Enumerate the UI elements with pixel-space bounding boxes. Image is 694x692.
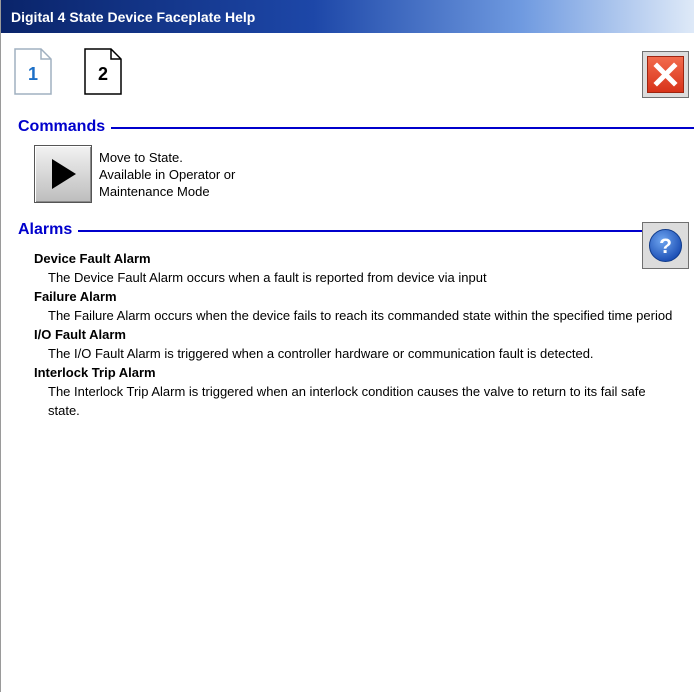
page-2-label: 2: [97, 64, 108, 84]
list-item: Failure Alarm The Failure Alarm occurs w…: [34, 288, 674, 325]
alarms-header-label: Alarms: [18, 221, 79, 239]
alarm-name: Device Fault Alarm: [34, 251, 151, 266]
list-item: I/O Fault Alarm The I/O Fault Alarm is t…: [34, 326, 674, 363]
alarm-name: Interlock Trip Alarm: [34, 365, 156, 380]
alarm-name: Failure Alarm: [34, 289, 117, 304]
command-line: Move to State.: [99, 150, 183, 165]
faceplate-help-window: Digital 4 State Device Faceplate Help 1 …: [0, 0, 694, 692]
title-bar[interactable]: Digital 4 State Device Faceplate Help: [1, 0, 694, 33]
alarm-name: I/O Fault Alarm: [34, 327, 126, 342]
command-line: Maintenance Mode: [99, 184, 210, 199]
list-item: Interlock Trip Alarm The Interlock Trip …: [34, 364, 674, 420]
alarms-section-header: Alarms: [18, 221, 648, 241]
alarms-header-rule: [18, 230, 648, 232]
command-description: Move to State. Available in Operator or …: [99, 149, 235, 200]
list-item: Device Fault Alarm The Device Fault Alar…: [34, 250, 674, 287]
commands-header-rule: [18, 127, 694, 129]
alarm-description: The Device Fault Alarm occurs when a fau…: [48, 270, 487, 285]
commands-header-label: Commands: [18, 118, 112, 136]
page-2-button[interactable]: 2: [84, 48, 122, 95]
alarm-list: Device Fault Alarm The Device Fault Alar…: [34, 250, 674, 421]
commands-section-header: Commands: [18, 118, 694, 138]
alarm-description: The Interlock Trip Alarm is triggered wh…: [48, 384, 646, 418]
close-button[interactable]: [642, 51, 689, 98]
play-icon: [52, 159, 76, 189]
page-1-label: 1: [27, 64, 38, 84]
alarm-description: The Failure Alarm occurs when the device…: [48, 308, 673, 323]
alarm-description: The I/O Fault Alarm is triggered when a …: [48, 346, 594, 361]
command-line: Available in Operator or: [99, 167, 236, 182]
window-title: Digital 4 State Device Faceplate Help: [11, 9, 256, 25]
page-1-button[interactable]: 1: [14, 48, 52, 95]
move-to-state-button[interactable]: [34, 145, 92, 203]
close-icon: [647, 56, 684, 93]
